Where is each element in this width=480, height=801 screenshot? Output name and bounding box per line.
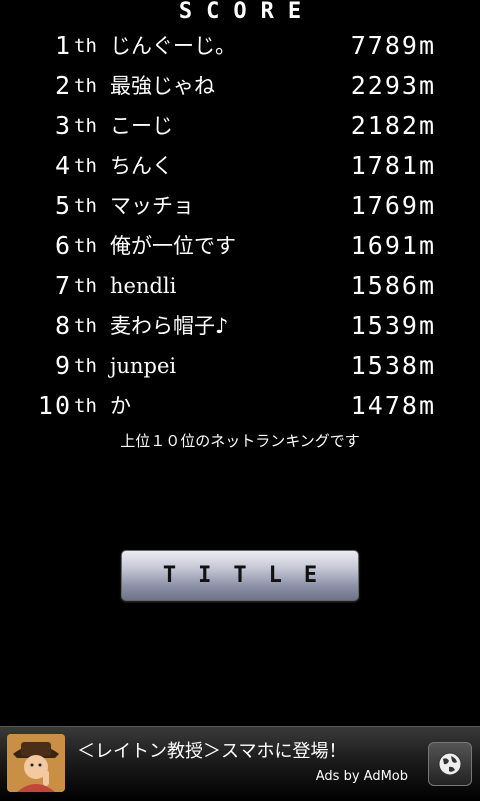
ad-attribution: Ads by AdMob: [315, 769, 408, 784]
rank-number: 6: [54, 231, 72, 260]
player-name: 最強じゃね: [110, 74, 215, 98]
distance-value: 1478m: [350, 391, 436, 420]
rank-number: 9: [54, 351, 72, 380]
ranking-row-10: 10 th か 1478m: [0, 386, 480, 426]
player-name: マッチョ: [110, 194, 194, 218]
rank-number: 2: [54, 71, 72, 100]
rank-suffix: th: [74, 195, 97, 217]
ranking-row-8: 8 th 麦わら帽子♪ 1539m: [0, 306, 480, 346]
player-name: こーじ: [110, 114, 173, 138]
ranking-row-1: 1 th じんぐーじ。 7789m: [0, 26, 480, 66]
ranking-row-5: 5 th マッチョ 1769m: [0, 186, 480, 226]
rank-suffix: th: [74, 235, 97, 257]
distance-value: 7789m: [350, 31, 436, 60]
ranking-row-2: 2 th 最強じゃね 2293m: [0, 66, 480, 106]
rank-suffix: th: [74, 155, 97, 177]
player-name: 麦わら帽子♪: [110, 314, 229, 338]
rank-number: 1: [54, 31, 72, 60]
rank-number: 10: [37, 391, 72, 420]
distance-value: 1539m: [350, 311, 436, 340]
rank-number: 8: [54, 311, 72, 340]
ranking-row-7: 7 th hendli 1586m: [0, 266, 480, 306]
rank-suffix: th: [74, 115, 97, 137]
ranking-note: 上位１０位のネットランキングです: [120, 432, 360, 450]
title-button[interactable]: TITLE: [121, 550, 359, 601]
professor-avatar-icon[interactable]: [7, 734, 65, 792]
rank-suffix: th: [74, 275, 97, 297]
ranking-row-3: 3 th こーじ 2182m: [0, 106, 480, 146]
ad-banner[interactable]: ＜レイトン教授＞スマホに登場！ Ads by AdMob: [0, 726, 480, 801]
score-title: SCORE: [178, 0, 316, 24]
ranking-list: 1 th じんぐーじ。 7789m 2 th 最強じゃね 2293m 3 th …: [0, 26, 480, 426]
rank-number: 7: [54, 271, 72, 300]
rank-number: 4: [54, 151, 72, 180]
player-name: か: [110, 394, 131, 418]
distance-value: 1691m: [350, 231, 436, 260]
rank-number: 3: [54, 111, 72, 140]
distance-value: 1769m: [350, 191, 436, 220]
rank-suffix: th: [74, 75, 97, 97]
ranking-row-4: 4 th ちんく 1781m: [0, 146, 480, 186]
distance-value: 2182m: [350, 111, 436, 140]
ranking-row-6: 6 th 俺が一位です 1691m: [0, 226, 480, 266]
distance-value: 1586m: [350, 271, 436, 300]
rank-suffix: th: [74, 395, 97, 417]
player-name: junpei: [110, 354, 177, 378]
distance-value: 2293m: [350, 71, 436, 100]
ad-text[interactable]: ＜レイトン教授＞スマホに登場！: [77, 737, 346, 763]
rank-suffix: th: [74, 315, 97, 337]
ranking-row-9: 9 th junpei 1538m: [0, 346, 480, 386]
globe-icon[interactable]: [428, 742, 472, 786]
rank-suffix: th: [74, 355, 97, 377]
distance-value: 1781m: [350, 151, 436, 180]
rank-suffix: th: [74, 35, 97, 57]
player-name: ちんく: [110, 154, 173, 178]
distance-value: 1538m: [350, 351, 436, 380]
player-name: じんぐーじ。: [110, 34, 236, 58]
rank-number: 5: [54, 191, 72, 220]
player-name: hendli: [110, 274, 177, 298]
player-name: 俺が一位です: [110, 234, 236, 258]
